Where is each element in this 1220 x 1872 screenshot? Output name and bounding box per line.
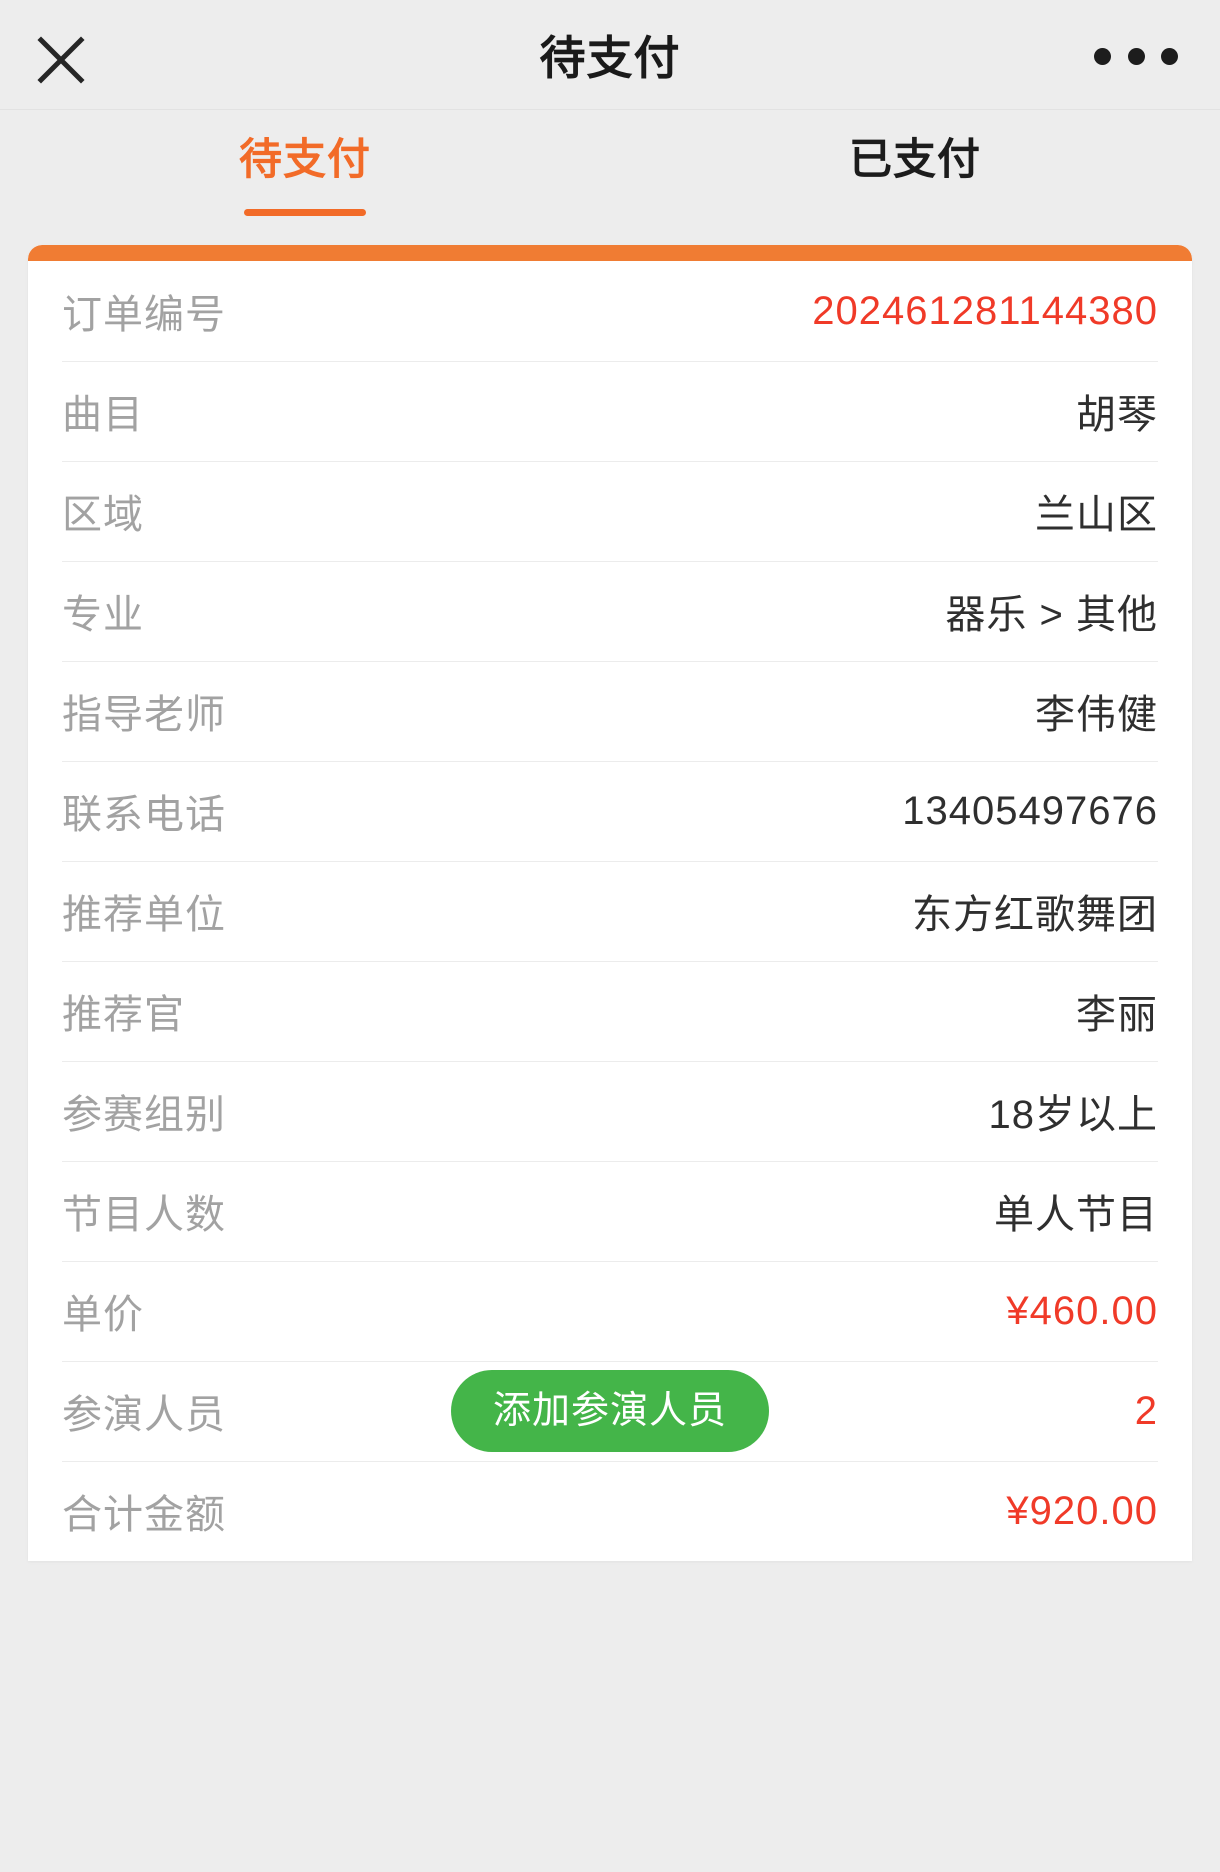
table-row: 节目人数 单人节目 bbox=[62, 1161, 1158, 1261]
table-row-performers: 参演人员 添加参演人员 2 bbox=[62, 1361, 1158, 1461]
table-row: 联系电话 13405497676 bbox=[62, 761, 1158, 861]
navigation-bar: 待支付 bbox=[0, 0, 1220, 110]
tab-unpaid-label: 待支付 bbox=[239, 136, 371, 184]
table-row: 推荐官 李丽 bbox=[62, 961, 1158, 1061]
add-performer-button[interactable]: 添加参演人员 bbox=[450, 1370, 769, 1452]
row-value-performer-count-type: 单人节目 bbox=[994, 1193, 1158, 1237]
table-row: 专业 器乐 > 其他 bbox=[62, 561, 1158, 661]
table-row: 合计金额 ¥920.00 bbox=[62, 1461, 1158, 1561]
row-label: 区域 bbox=[62, 493, 144, 537]
row-action-container: 添加参演人员 bbox=[62, 1370, 1158, 1452]
table-row: 推荐单位 东方红歌舞团 bbox=[62, 861, 1158, 961]
row-label: 参演人员 bbox=[62, 1393, 226, 1437]
row-label: 推荐单位 bbox=[62, 893, 226, 937]
row-label: 专业 bbox=[62, 593, 144, 637]
page-title: 待支付 bbox=[539, 31, 681, 84]
row-label: 单价 bbox=[62, 1293, 144, 1337]
table-row: 指导老师 李伟健 bbox=[62, 661, 1158, 761]
row-label: 指导老师 bbox=[62, 693, 226, 737]
table-row: 参赛组别 18岁以上 bbox=[62, 1061, 1158, 1161]
table-row: 单价 ¥460.00 bbox=[62, 1261, 1158, 1361]
row-value-recommend-org: 东方红歌舞团 bbox=[912, 893, 1158, 937]
row-value-repertoire: 胡琴 bbox=[1076, 393, 1158, 437]
close-icon[interactable] bbox=[30, 29, 92, 91]
order-card-wrapper: 订单编号 202461281144380 曲目 胡琴 区域 兰山区 专业 器乐 … bbox=[0, 245, 1220, 1561]
row-label: 联系电话 bbox=[62, 793, 226, 837]
tab-active-indicator bbox=[244, 209, 366, 217]
row-value-phone: 13405497676 bbox=[902, 788, 1158, 833]
row-label: 参赛组别 bbox=[62, 1093, 226, 1137]
row-value-performer-count: 2 bbox=[1134, 1388, 1158, 1433]
row-label: 节目人数 bbox=[62, 1193, 226, 1237]
row-label: 推荐官 bbox=[62, 993, 185, 1037]
row-value-major: 器乐 > 其他 bbox=[945, 593, 1158, 637]
tab-unpaid[interactable]: 待支付 bbox=[0, 136, 610, 217]
row-value-region: 兰山区 bbox=[1035, 493, 1158, 537]
more-dot-2 bbox=[1127, 47, 1145, 65]
tab-bar: 待支付 已支付 bbox=[0, 110, 1220, 245]
row-value-order-number: 202461281144380 bbox=[812, 288, 1158, 333]
order-detail-rows: 订单编号 202461281144380 曲目 胡琴 区域 兰山区 专业 器乐 … bbox=[28, 261, 1192, 1561]
tab-paid-label: 已支付 bbox=[849, 136, 981, 184]
more-dot-3 bbox=[1161, 47, 1178, 65]
more-options-icon[interactable] bbox=[1094, 30, 1178, 82]
table-row: 订单编号 202461281144380 bbox=[62, 261, 1158, 361]
table-row: 区域 兰山区 bbox=[62, 461, 1158, 561]
row-label: 曲目 bbox=[62, 393, 144, 437]
more-dot-1 bbox=[1094, 47, 1111, 65]
row-value-recommender: 李丽 bbox=[1076, 993, 1158, 1037]
row-label: 订单编号 bbox=[62, 293, 226, 337]
row-value-age-group: 18岁以上 bbox=[988, 1093, 1158, 1137]
order-card: 订单编号 202461281144380 曲目 胡琴 区域 兰山区 专业 器乐 … bbox=[28, 245, 1192, 1561]
row-value-total-amount: ¥920.00 bbox=[1006, 1488, 1158, 1533]
card-top-accent-bar bbox=[28, 245, 1192, 261]
row-label: 合计金额 bbox=[62, 1493, 226, 1537]
row-value-instructor: 李伟健 bbox=[1035, 693, 1158, 737]
table-row: 曲目 胡琴 bbox=[62, 361, 1158, 461]
row-value-unit-price: ¥460.00 bbox=[1006, 1288, 1158, 1333]
tab-paid[interactable]: 已支付 bbox=[610, 136, 1220, 216]
